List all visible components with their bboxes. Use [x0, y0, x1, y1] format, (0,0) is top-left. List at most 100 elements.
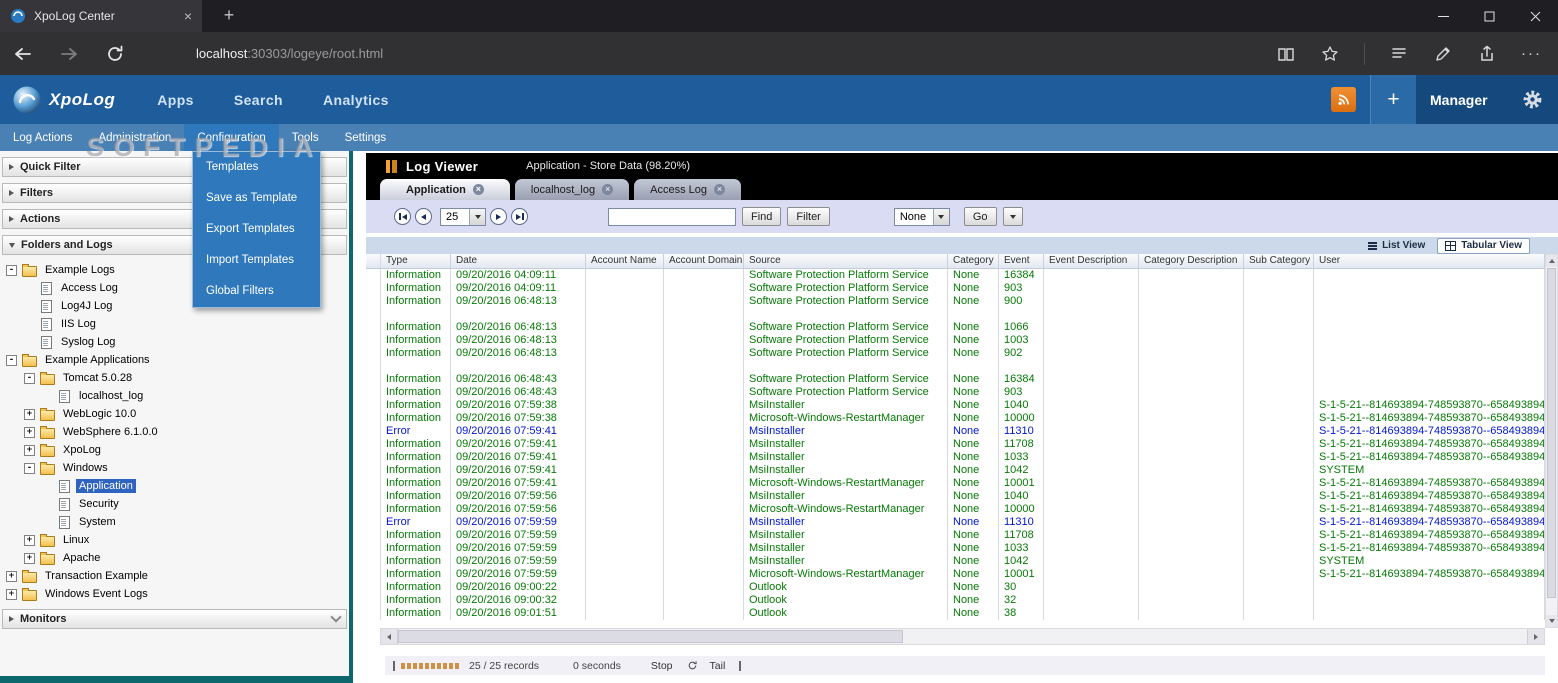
menubar-item-tools[interactable]: Tools	[279, 124, 332, 151]
web-note-icon[interactable]	[1433, 44, 1453, 64]
menubar-item-administration[interactable]: Administration	[85, 124, 184, 151]
window-close-button[interactable]	[1512, 0, 1558, 32]
dropdown-item-save-as-template[interactable]: Save as Template	[193, 183, 320, 214]
dropdown-item-import-templates[interactable]: Import Templates	[193, 245, 320, 276]
tab-close-icon[interactable]: ×	[602, 184, 614, 195]
log-row[interactable]: Information 09/20/2016 07:59:38 Microsoft-…	[366, 412, 1545, 425]
expand-plus-icon[interactable]: +	[24, 408, 35, 420]
tree-item-weblogic-10-0[interactable]: + WebLogic 10.0	[0, 405, 349, 423]
go-button[interactable]: Go	[963, 207, 997, 226]
scrollbar-thumb[interactable]	[398, 630, 903, 643]
scroll-right-icon[interactable]	[1527, 629, 1544, 644]
log-row[interactable]: Information 09/20/2016 07:59:38 MsiInstall…	[366, 399, 1545, 412]
reading-view-icon[interactable]	[1276, 44, 1296, 64]
tree-item-application[interactable]: Application	[0, 477, 349, 495]
column-header-account-domain[interactable]: Account Domain	[664, 254, 744, 268]
collapse-minus-icon[interactable]: -	[24, 462, 35, 474]
tree-item-syslog-log[interactable]: Syslog Log	[0, 333, 349, 351]
column-header-user[interactable]: User	[1314, 254, 1545, 268]
column-header-event[interactable]: Event	[999, 254, 1044, 268]
tree-item-system[interactable]: System	[0, 513, 349, 531]
expand-plus-icon[interactable]: +	[24, 552, 35, 564]
log-row[interactable]: Error 09/20/2016 07:59:59 MsiInstaller None…	[366, 516, 1545, 529]
log-row[interactable]: Information 09/20/2016 06:48:43 Software P…	[366, 373, 1545, 386]
log-row[interactable]: Information 09/20/2016 06:48:13 Software P…	[366, 347, 1545, 360]
menubar-item-settings[interactable]: Settings	[332, 124, 400, 151]
log-row[interactable]: Information 09/20/2016 04:09:11 Software P…	[366, 269, 1545, 282]
log-row[interactable]: Information 09/20/2016 09:00:22 Outlook Non…	[366, 581, 1545, 594]
chevron-down-icon[interactable]	[330, 611, 342, 623]
scroll-left-icon[interactable]	[381, 629, 398, 644]
tree-item-security[interactable]: Security	[0, 495, 349, 513]
log-row[interactable]: Information 09/20/2016 07:59:59 MsiInstall…	[366, 529, 1545, 542]
scrollbar-thumb[interactable]	[1547, 268, 1556, 598]
expand-plus-icon[interactable]: +	[24, 534, 35, 546]
tail-button[interactable]: Tail	[710, 660, 726, 672]
log-row[interactable]: Information 09/20/2016 07:59:41 MsiInstall…	[366, 464, 1545, 477]
scroll-up-icon[interactable]	[1546, 255, 1557, 267]
log-row[interactable]: Information 09/20/2016 04:09:11 Software P…	[366, 282, 1545, 295]
nav-item-analytics[interactable]: Analytics	[323, 92, 389, 108]
log-row[interactable]: Information 09/20/2016 09:00:32 Outlook Non…	[366, 594, 1545, 607]
first-page-button[interactable]	[394, 208, 411, 225]
tree-item-localhost-log[interactable]: localhost_log	[0, 387, 349, 405]
expand-plus-icon[interactable]: +	[24, 444, 35, 456]
tabular-view-button[interactable]: Tabular View	[1437, 237, 1530, 254]
nav-item-apps[interactable]: Apps	[157, 92, 194, 108]
dropdown-item-templates[interactable]: Templates	[193, 152, 320, 183]
tree-item-transaction-example[interactable]: + Transaction Example	[0, 567, 349, 585]
log-row[interactable]	[366, 360, 1545, 373]
find-button[interactable]: Find	[742, 207, 782, 226]
log-row[interactable]: Information 09/20/2016 07:59:56 MsiInstall…	[366, 490, 1545, 503]
log-row[interactable]: Information 09/20/2016 07:59:41 Microsoft-…	[366, 477, 1545, 490]
next-page-button[interactable]	[490, 208, 507, 225]
log-row[interactable]: Information 09/20/2016 06:48:43 Software P…	[366, 386, 1545, 399]
tree-item-windows[interactable]: - Windows	[0, 459, 349, 477]
forward-icon[interactable]	[54, 39, 84, 69]
expand-plus-icon[interactable]: +	[6, 570, 17, 582]
window-maximize-button[interactable]	[1466, 0, 1512, 32]
refresh-icon[interactable]	[687, 660, 698, 671]
vertical-scrollbar[interactable]	[1545, 254, 1558, 628]
tab-close-icon[interactable]: ×	[472, 184, 484, 195]
log-row[interactable]: Information 09/20/2016 07:59:59 MsiInstall…	[366, 542, 1545, 555]
tree-item-windows-event-logs[interactable]: + Windows Event Logs	[0, 585, 349, 603]
collapse-minus-icon[interactable]: -	[24, 372, 35, 384]
horizontal-scrollbar[interactable]	[380, 628, 1545, 645]
stop-button[interactable]: Stop	[651, 660, 673, 672]
list-view-button[interactable]: List View	[1368, 240, 1425, 251]
rss-icon[interactable]	[1331, 87, 1356, 112]
filter-select[interactable]: None	[893, 207, 950, 226]
tree-item-apache[interactable]: + Apache	[0, 549, 349, 567]
column-header-category[interactable]: Category	[948, 254, 999, 268]
sidebar-section-monitors[interactable]: Monitors	[2, 609, 347, 629]
add-button[interactable]: +	[1370, 75, 1416, 124]
tree-item-xpolog[interactable]: + XpoLog	[0, 441, 349, 459]
tree-item-websphere-6-1-0-0[interactable]: + WebSphere 6.1.0.0	[0, 423, 349, 441]
collapse-minus-icon[interactable]: -	[6, 354, 17, 366]
column-header-category-description[interactable]: Category Description	[1139, 254, 1244, 268]
collapse-minus-icon[interactable]: -	[6, 264, 17, 276]
column-header-sub-category[interactable]: Sub Category	[1244, 254, 1314, 268]
favorites-star-icon[interactable]	[1320, 44, 1340, 64]
new-tab-button[interactable]: +	[216, 5, 242, 27]
url-bar[interactable]: localhost:30303/logeye/root.html	[196, 46, 383, 61]
more-menu-icon[interactable]: ···	[1521, 46, 1542, 61]
log-row[interactable]: Information 09/20/2016 07:59:56 Microsoft-…	[366, 503, 1545, 516]
window-minimize-button[interactable]	[1420, 0, 1466, 32]
log-tab-localhost-log[interactable]: localhost_log ×	[514, 179, 630, 200]
tab-close-icon[interactable]: ×	[713, 184, 725, 195]
tab-close-icon[interactable]: ×	[184, 9, 192, 23]
log-row[interactable]: Information 09/20/2016 07:59:41 MsiInstall…	[366, 438, 1545, 451]
refresh-icon[interactable]	[100, 39, 130, 69]
manager-button[interactable]: Manager	[1416, 75, 1558, 124]
log-row[interactable]: Information 09/20/2016 07:59:59 MsiInstall…	[366, 555, 1545, 568]
back-icon[interactable]	[8, 39, 38, 69]
tree-item-linux[interactable]: + Linux	[0, 531, 349, 549]
dropdown-item-export-templates[interactable]: Export Templates	[193, 214, 320, 245]
nav-item-search[interactable]: Search	[234, 92, 283, 108]
more-options-dropdown-button[interactable]	[1002, 207, 1023, 226]
log-row[interactable]: Information 09/20/2016 07:59:41 MsiInstall…	[366, 451, 1545, 464]
log-row[interactable]	[366, 308, 1545, 321]
find-input[interactable]	[608, 207, 736, 226]
